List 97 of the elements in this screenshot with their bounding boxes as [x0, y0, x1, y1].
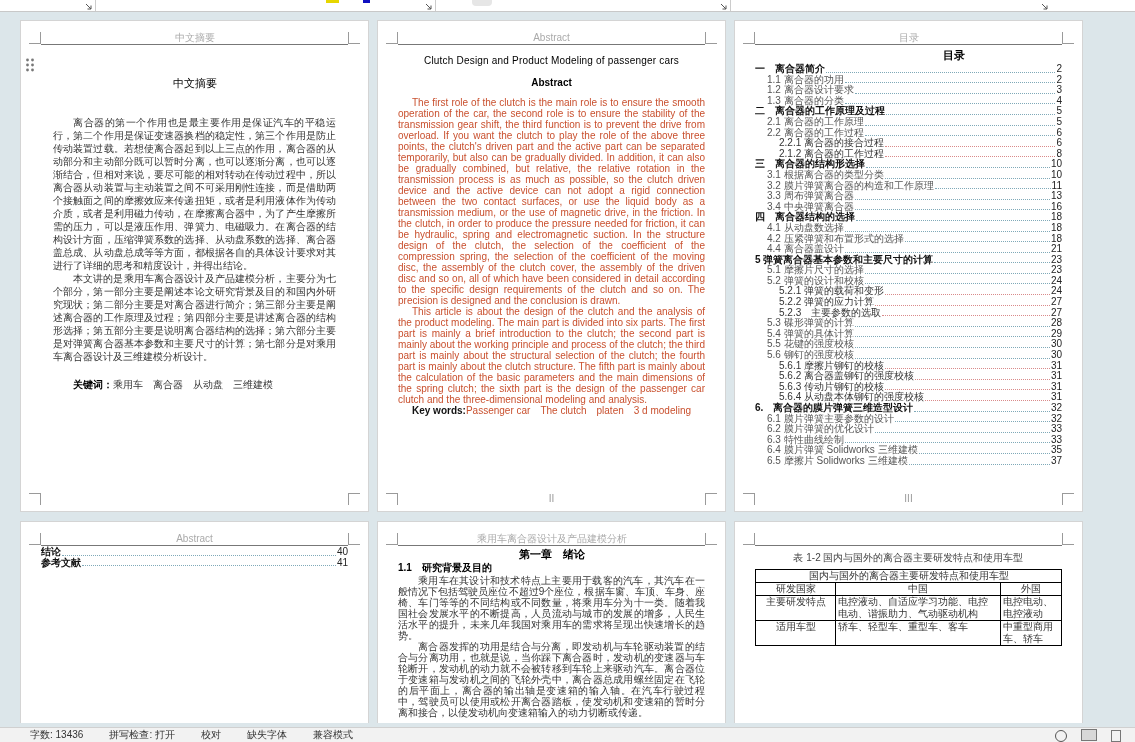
toc-entry[interactable]: 4.2 压紧弹簧和布置形式的选择 18 [755, 233, 1062, 245]
page-number: II [548, 493, 555, 506]
table-caption: 表 1-2 国内与国外的离合器主要研发特点和使用车型 [792, 551, 1025, 565]
crop-mark [705, 493, 717, 505]
toc-entry[interactable]: 结论 40 [41, 547, 348, 558]
page-header: 中文摘要 [174, 32, 215, 44]
crop-mark [743, 533, 755, 545]
body-paragraph: 离合器的第一个作用也是最主要作用是保证汽车的平稳运行，第二个作用是保证变速器换档的稳定性，第三个作用是防止传动装置过载。若想使离合器起到以上三点的作用，离合器的从动部分和主动部分既可以暂时分离，也可以逐渐分离，也可以逐渐结合，但相对来说，要尽可能的相对转动在传动过程中，所以离合器从动装置与主动装置之间不可采用刚性连接，而是借助两个接触面之间的摩擦效应来传递扭矩，或者是利用液体作为传动介质，或者是利用磁力传动，在摩擦离合器中，为了产生摩擦所需的压力，可以是液压作用、弹簧力、电磁吸力。在离合器的结构设计方面，压缩弹簧系数的选择、从动盘系数的选择、离合器盖总成、从动盘总成等等方面，都根据各自的具体设计要求对其进行了详细的思考和精度设计，并得出结论。 [53, 115, 336, 272]
body-paragraph: This article is about the design of the clutch and the analysis of the product modeling. The main part is divided into six parts. The first part is mainly a brief introduction to the clutch; the second part is mainly about the working principle and process of the clutch; the third part is mainly about the structural selection of the clutch; the fourth part is mainly about the clutch structure. The fifth part is mainly about the calculation of the basic parameters and the main dimensions of the spring clutch; the sixth part is the design of the passenger car clutch and the three-dimensional modeling and analysis. [398, 306, 705, 405]
toc-entry[interactable]: 5.6.3 传动片铆钉的校核 31 [755, 381, 1062, 393]
toc-entry[interactable]: 3.3 周布弹簧离合器 13 [755, 191, 1062, 202]
table-cell: 轿车、轻型车、重型车、客车 [835, 620, 1001, 646]
section-heading: Abstract [530, 77, 573, 89]
toc-entry[interactable]: 2.2.1 离合器的接合过程 6 [755, 138, 1062, 149]
toc-entry[interactable]: 一 离合器简介 2 [755, 64, 1062, 75]
toc-entry[interactable]: 5.2.3 主要参数的选取 27 [755, 307, 1062, 319]
toc-entry[interactable]: 1.2 离合器设计要求 3 [755, 85, 1062, 96]
crop-mark [29, 533, 41, 545]
web-layout-icon[interactable] [1111, 730, 1121, 742]
keywords-label: 关键词： [73, 377, 113, 392]
crop-mark [743, 32, 755, 44]
table-cell: 电控液动、自适应学习功能、电控电动、谐振助力、气动驱动机构 [835, 595, 1001, 621]
toc-entry[interactable]: 4.1 从动盘数选择 18 [755, 222, 1062, 234]
crop-mark [386, 533, 398, 545]
table-cell: 中重型商用车、轿车 [1000, 620, 1062, 646]
toc-entry[interactable]: 4.4 离合器盖设计 21 [755, 244, 1062, 255]
highlight-color-icon[interactable] [326, 0, 339, 3]
crop-mark [348, 32, 360, 44]
status-item[interactable]: 字数: 13436 [30, 729, 84, 741]
keywords-text: 乘用车 离合器 从动盘 三维建模 [113, 377, 273, 392]
page-header: 乘用车离合器设计及产品建模分析 [476, 533, 627, 545]
body-paragraph: 乘用车在其设计和技术特点上主要用于载客的汽车，其汽车在一般情况下包括驾驶员座位不超过9个座位，根据车窗、车顶、车身、座椅、车门等等的不同结构或不同数量，将乘用车分为十一类。随着我国社会发展水平的不断提高，人员流动与城市的发展的增多，人民生活水平的提升，未来几年我国对乘用车的需求将呈现出快速增长的趋势。 [398, 575, 705, 641]
toc-entry[interactable]: 6.2 膜片弹簧的优化设计 33 [755, 424, 1062, 435]
toc-entry[interactable]: 三 离合器的结构形选择 10 [755, 159, 1062, 170]
crop-mark [1062, 533, 1074, 545]
page-title: 目录 [941, 49, 966, 62]
crop-mark [29, 32, 41, 44]
toc-entry[interactable]: 6.5 摩擦片 Solidworks 三维建模 37 [755, 455, 1062, 467]
toc-entry[interactable]: 3.1 根据离合器的类型分类 10 [755, 169, 1062, 181]
body-paragraph: 本文讲的是乘用车离合器设计及产品建模分析，主要分为七个部分，第一部分主要是阐述本论文研究背景及目的和国内外研究现状；第二部分主要是对离合器进行简介；第三部分主要是阐述离合器的工作原理及过程；第四部分主要是讲述离合器的结构形选择；第五部分主要是说明离合器结构的选择；第六部分主要是对弹簧离合器基本参数和主要尺寸的计算；第七部分是对乘用车离合器设计及三维建模分析设计。 [53, 271, 336, 363]
toc-entry[interactable]: 5.1 摩擦片尺寸的选择 23 [755, 265, 1062, 276]
document-title: Clutch Design and Product Modeling of passenger cars [423, 55, 680, 67]
table-cell: 电控电动、电控液动 [1000, 595, 1062, 621]
status-item[interactable]: 校对 [200, 729, 221, 741]
toc-entry[interactable]: 二 离合器的工作原理及过程 5 [755, 106, 1062, 117]
dialog-launcher-icon[interactable] [85, 3, 92, 10]
toc-entry[interactable]: 5.2.2 弹簧的应力计算 27 [755, 297, 1062, 308]
keywords-text: Passenger car The clutch platen 3 d modeling [465, 405, 692, 417]
crop-mark [1062, 493, 1074, 505]
toc-entry[interactable]: 5.3 碟形弹簧的计算 28 [755, 318, 1062, 329]
toc-entry[interactable]: 6.3 特性曲线绘制 33 [755, 434, 1062, 446]
table-cell: 适用车型 [755, 620, 836, 646]
table-cell: 主要研发特点 [755, 595, 836, 621]
dialog-launcher-icon[interactable] [1041, 3, 1048, 10]
toc-entry[interactable]: 5.6 铆钉的强度校核 30 [755, 350, 1062, 361]
table-title-cell: 国内与国外的离合器主要研发特点和使用车型 [755, 569, 1062, 583]
toc-entry[interactable]: 1.1 离合器的功用 2 [755, 74, 1062, 86]
drag-handle-icon[interactable] [26, 58, 34, 72]
crop-mark [386, 32, 398, 44]
crop-mark [386, 493, 398, 505]
crop-mark [743, 493, 755, 505]
status-item[interactable]: 缺失字体 [246, 729, 287, 741]
print-layout-icon[interactable] [1081, 729, 1097, 741]
column-header: 研发国家 [755, 582, 836, 596]
font-color-icon[interactable] [363, 0, 370, 3]
keywords-label: Key words: [412, 405, 466, 417]
toc-entry[interactable]: 5.2.1 弹簧的载荷和变形 24 [755, 286, 1062, 298]
dialog-launcher-icon[interactable] [720, 3, 727, 10]
toc-entry[interactable]: 5 弹簧离合器基本参数和主要尺寸的计算 23 [755, 254, 1062, 266]
page-header: Abstract [176, 533, 213, 545]
status-item[interactable]: 兼容模式 [312, 729, 353, 741]
page-title: 中文摘要 [171, 76, 218, 91]
crop-mark [348, 493, 360, 505]
body-paragraph: 离合器发挥的功用是结合与分离，即发动机与车轮驱动装置的结合与分离功用，也就是说，当你踩下离合器时，发动机的变速器与车轮断开，发动机的动力就不会被转移到车轮上来驱动汽车。离合器位于变速箱与发动机之间的飞轮外壳中，离合器总成用螺丝固定在飞轮的后平面上，离合器的输出轴是变速箱的输入轴。在汽车行驶过程中，驾驶员可以使用或松开离合器踏板，使发动机和变速箱的暂时分离和接合，以使发动机向变速箱输入的动力切断或传递。 [398, 641, 705, 718]
status-item[interactable]: 拼写检查: 打开 [109, 729, 175, 741]
crop-mark [29, 493, 41, 505]
toc-entry[interactable]: 参考文献 41 [41, 557, 348, 569]
page-header: 目录 [898, 32, 919, 44]
crop-mark [705, 32, 717, 44]
toc-entry[interactable]: 6. 离合器的膜片弹簧三维造型设计 32 [755, 403, 1062, 414]
toc-entry[interactable]: 5.6.4 从动盘本体铆钉的强度校核 31 [755, 392, 1062, 403]
toc-entry[interactable]: 2.2 离合器的工作过程 6 [755, 127, 1062, 139]
toc-entry[interactable]: 5.6.2 离合器盖铆钉的强度校核 31 [755, 371, 1062, 382]
column-header: 外国 [1000, 582, 1062, 596]
page-number: III [904, 493, 913, 506]
toc-entry[interactable]: 6.4 膜片弹簧 Solidworks 三维建模 35 [755, 445, 1062, 456]
column-header: 中国 [835, 582, 1001, 596]
crop-mark [1062, 32, 1074, 44]
chapter-title: 第一章 绪论 [517, 548, 586, 561]
body-paragraph: The first role of the clutch is the main role is to ensure the smooth operation of the car, the second role is to ensure the stability of the transmission gear shift, the third function is to prevent the drive from overload. If you want the clutch to play the role of the above three points, the clutch's driven part and the active part can be separated temporarily, but also can be gradually divided. In addition, it can also be gradually combined, but relative, the relative rotation in the transmission process is as much as possible, so the clutch driven device and the active device can not adopt a rigid connection between the two contact surfaces, or use the liquid body as a transmission medium, or the use of magnetic drive, in the friction. In the clutch, in order to produce the pressure needed for friction, it can be hydraulic, spring and electromagnetic suction. In the structure design of the clutch, the selection of the coefficient of the compression spring, the selection of the coefficient of the moving disc, the assembly of the clutch cover, the assembly of the driven disc and so on, all of which have been considered in detail according to the specific design requirements of the clutch and so on. The precision is designed and the conclusion is drawn. [398, 97, 705, 306]
dialog-launcher-icon[interactable] [425, 3, 432, 10]
crop-mark [348, 533, 360, 545]
toc-entry[interactable]: 2.1 离合器的工作原理 5 [755, 116, 1062, 128]
section-heading: 1.1 研究背景及目的 [398, 562, 493, 574]
toc-entry[interactable]: 四 离合器结构的选择 18 [755, 212, 1062, 223]
crop-mark [705, 533, 717, 545]
page-header: Abstract [533, 32, 570, 44]
